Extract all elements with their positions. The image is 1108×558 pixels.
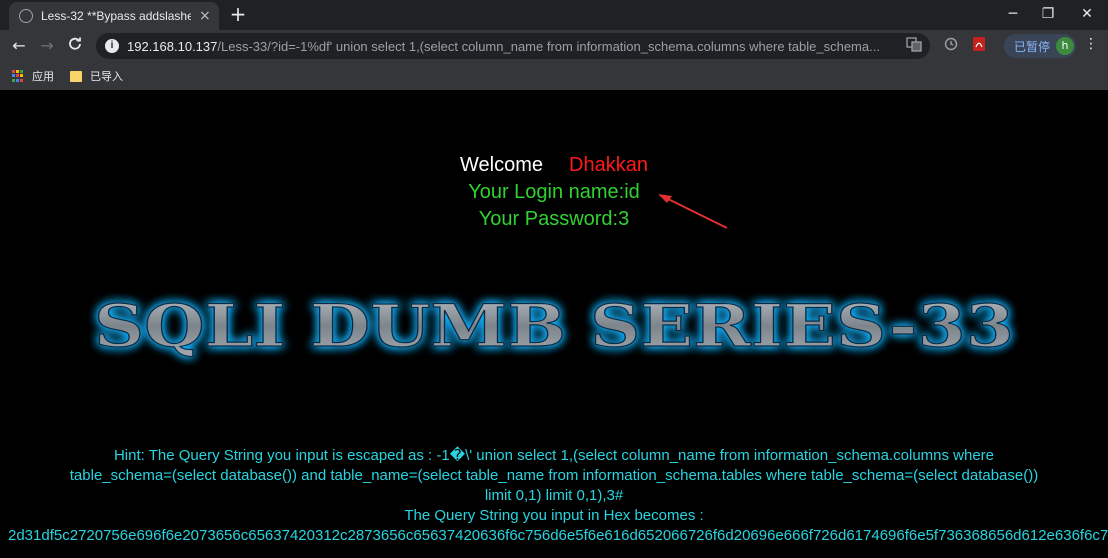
- annotation-arrow: [658, 194, 728, 229]
- hint-line-3: limit 0,1) limit 0,1),3#: [484, 487, 624, 504]
- tab-strip: Less-32 **Bypass addslashes()* × + ─ ❐ ✕: [0, 0, 1108, 30]
- history-glyph: [944, 37, 958, 51]
- browser-menu-button[interactable]: ⋮: [1083, 36, 1099, 56]
- globe-icon: [19, 9, 33, 23]
- hint-line-2: table_schema=(select database()) and tab…: [69, 467, 1039, 484]
- banner-text: SQLI DUMB SERIES-33: [94, 292, 1014, 360]
- reload-icon: [69, 37, 81, 50]
- hint-block: Hint: The Query String you input is esca…: [0, 446, 1108, 526]
- folder-icon: [70, 70, 82, 82]
- pdf-icon[interactable]: [970, 36, 988, 54]
- minimize-button[interactable]: ─: [998, 4, 1028, 24]
- tab-less-33[interactable]: Less-32 **Bypass addslashes()* ×: [9, 2, 219, 30]
- bookmark-apps[interactable]: 应用: [12, 68, 54, 84]
- hex-label: The Query String you input in Hex become…: [404, 507, 704, 524]
- pdf-glyph: [973, 37, 985, 51]
- tab-close-icon[interactable]: ×: [199, 8, 211, 24]
- forward-button[interactable]: →: [36, 35, 58, 57]
- hint-line-1: Hint: The Query String you input is esca…: [113, 447, 995, 464]
- banner-sqli-dumb-series: SQLI DUMB SERIES-33: [93, 291, 1014, 360]
- history-icon[interactable]: [942, 36, 960, 54]
- tab-title: Less-32 **Bypass addslashes()*: [41, 9, 191, 23]
- page-content: Welcome Dhakkan Your Login name:id Your P…: [0, 90, 1108, 558]
- browser-toolbar: ← → i 192.168.10.137/Less-33/?id=-1%df' …: [0, 30, 1108, 62]
- translate-glyph: [906, 37, 922, 52]
- translate-icon[interactable]: [906, 36, 922, 52]
- url-path: /Less-33/?id=-1%df' union select 1,(sele…: [217, 38, 880, 54]
- bookmark-imported-label: 已导入: [90, 70, 123, 83]
- hex-value: 2d31df5c2720756e696f6e2073656c6563742031…: [8, 527, 1108, 544]
- close-window-button[interactable]: ✕: [1072, 4, 1102, 24]
- apps-icon: [12, 69, 25, 83]
- bookmark-imported[interactable]: 已导入: [70, 68, 123, 84]
- bookmarks-bar: 应用 已导入: [0, 62, 1108, 90]
- profile-paused-button[interactable]: 已暂停 h: [1004, 34, 1076, 58]
- paused-label: 已暂停: [1014, 39, 1051, 54]
- back-button[interactable]: ←: [8, 35, 30, 57]
- address-bar[interactable]: i 192.168.10.137/Less-33/?id=-1%df' unio…: [96, 33, 930, 59]
- url-host: 192.168.10.137: [127, 38, 218, 54]
- avatar: h: [1056, 37, 1075, 55]
- url-text[interactable]: 192.168.10.137/Less-33/?id=-1%df' union …: [127, 39, 897, 54]
- bookmark-apps-label: 应用: [32, 70, 54, 83]
- new-tab-button[interactable]: +: [228, 4, 248, 24]
- site-info-icon[interactable]: i: [105, 39, 119, 53]
- maximize-button[interactable]: ❐: [1033, 4, 1063, 24]
- reload-button[interactable]: [64, 35, 86, 57]
